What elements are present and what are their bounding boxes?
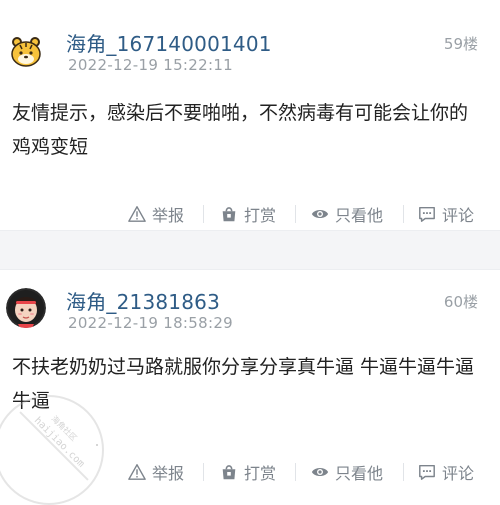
post-actions: 举报 打赏 只看他 评论 (0, 200, 500, 228)
action-divider (403, 205, 404, 223)
username-link[interactable]: 海角_167140001401 (66, 28, 272, 57)
only-author-label: 只看他 (335, 464, 384, 483)
username-link[interactable]: 海角_21381863 (66, 286, 220, 315)
avatar[interactable] (6, 32, 46, 72)
comment-button[interactable]: 评论 (418, 460, 474, 484)
report-label: 举报 (152, 206, 185, 225)
post-timestamp: 2022-12-19 18:58:29 (68, 314, 234, 332)
report-label: 举报 (152, 464, 185, 483)
post-timestamp: 2022-12-19 15:22:11 (68, 56, 234, 74)
tip-label: 打赏 (244, 464, 277, 483)
tip-button[interactable]: 打赏 (220, 202, 276, 226)
comment-icon (419, 206, 435, 222)
tip-button[interactable]: 打赏 (220, 460, 276, 484)
floor-number: 59楼 (443, 35, 478, 53)
post-card: 海角_167140001401 2022-12-19 15:22:11 59楼 … (0, 0, 500, 230)
speck (96, 444, 98, 446)
post-content: 友情提示，感染后不要啪啪，不然病毒有可能会让你的鸡鸡变短 (12, 102, 469, 158)
warning-icon (128, 206, 146, 222)
report-button[interactable]: 举报 (128, 202, 184, 226)
tiger-avatar-icon (6, 32, 46, 72)
post-divider (0, 230, 500, 270)
comment-icon (419, 464, 435, 480)
avatar[interactable] (6, 288, 46, 328)
action-divider (203, 205, 204, 223)
report-button[interactable]: 举报 (128, 460, 184, 484)
comment-button[interactable]: 评论 (418, 202, 474, 226)
comment-label: 评论 (442, 464, 475, 483)
eye-icon (311, 209, 329, 219)
only-author-button[interactable]: 只看他 (311, 202, 383, 226)
comment-label: 评论 (442, 206, 475, 225)
gift-bag-icon (222, 207, 236, 222)
action-divider (295, 205, 296, 223)
action-divider (295, 463, 296, 481)
tip-label: 打赏 (244, 206, 277, 225)
only-author-button[interactable]: 只看他 (311, 460, 383, 484)
only-author-label: 只看他 (335, 206, 384, 225)
eye-icon (311, 467, 329, 477)
action-divider (203, 463, 204, 481)
gift-bag-icon (222, 465, 236, 480)
warning-icon (128, 464, 146, 480)
floor-number: 60楼 (443, 293, 478, 311)
girl-avatar-icon (6, 288, 46, 328)
action-divider (403, 463, 404, 481)
